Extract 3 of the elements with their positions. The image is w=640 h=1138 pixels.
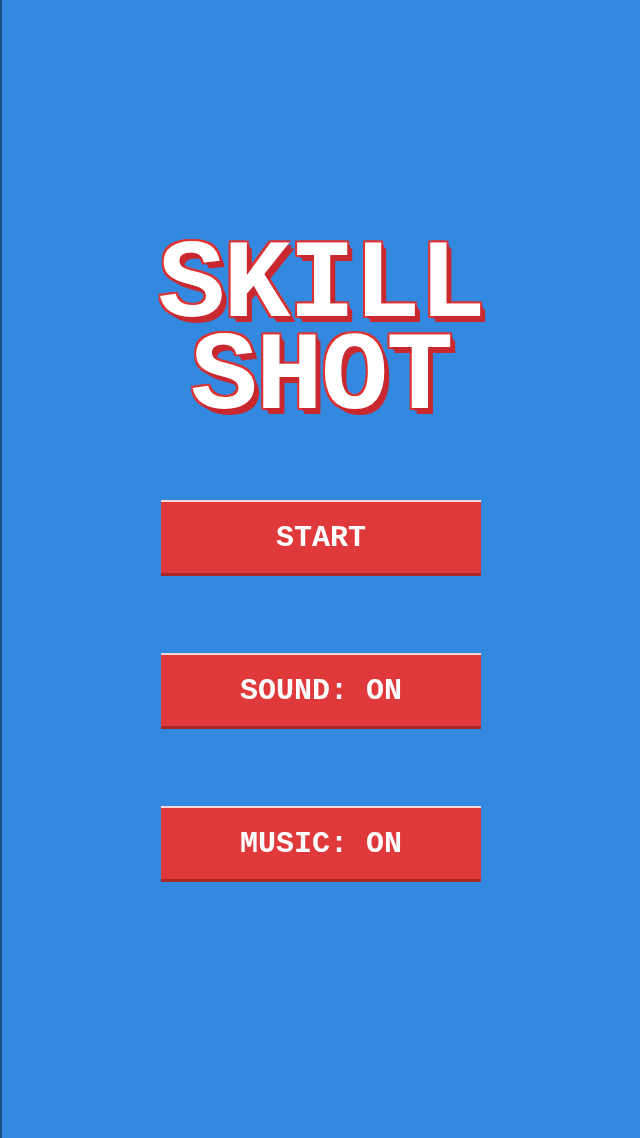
menu-button[interactable]: START — [161, 500, 481, 576]
menu-button[interactable]: MUSIC: ON — [161, 806, 481, 882]
menu-button[interactable]: SOUND: ON — [161, 653, 481, 729]
